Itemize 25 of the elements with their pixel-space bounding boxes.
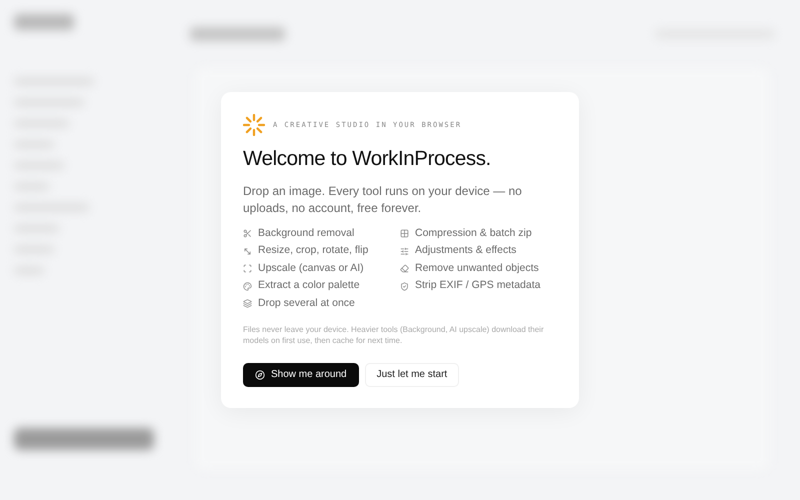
shield-check-icon bbox=[400, 282, 409, 291]
scissors-icon bbox=[243, 229, 252, 238]
feature-label: Drop several at once bbox=[258, 296, 355, 311]
sliders-icon bbox=[400, 246, 409, 256]
compass-icon bbox=[255, 370, 265, 380]
palette-icon bbox=[243, 282, 252, 291]
privacy-note: Files never leave your device. Heavier tools (Background, AI upscale) download their models on first use, then cache for next time. bbox=[243, 324, 545, 346]
eraser-icon bbox=[400, 264, 409, 274]
feature-label: Strip EXIF / GPS metadata bbox=[415, 278, 540, 294]
sunburst-logo-icon bbox=[243, 114, 265, 136]
show-me-around-button[interactable]: Show me around bbox=[243, 362, 359, 386]
feature-label: Compression & batch zip bbox=[415, 226, 532, 241]
feature-label: Background removal bbox=[258, 226, 354, 241]
just-start-button[interactable]: Just let me start bbox=[364, 362, 460, 386]
intro-text: Drop an image. Every tool runs on your device — no uploads, no account, free forever. bbox=[243, 183, 523, 216]
resize-arrow-icon bbox=[243, 246, 252, 256]
grid-icon bbox=[400, 229, 409, 238]
feature-label: Remove unwanted objects bbox=[415, 260, 539, 276]
feature-label: Upscale (canvas or AI) bbox=[258, 260, 364, 276]
layers-icon bbox=[243, 299, 252, 308]
feature-label: Adjustments & effects bbox=[415, 243, 516, 258]
feature-label: Extract a color palette bbox=[258, 278, 360, 294]
feature-label: Resize, crop, rotate, flip bbox=[258, 243, 368, 258]
scan-frame-icon bbox=[243, 264, 252, 274]
dialog-title: Welcome to WorkInProcess. bbox=[243, 146, 492, 172]
